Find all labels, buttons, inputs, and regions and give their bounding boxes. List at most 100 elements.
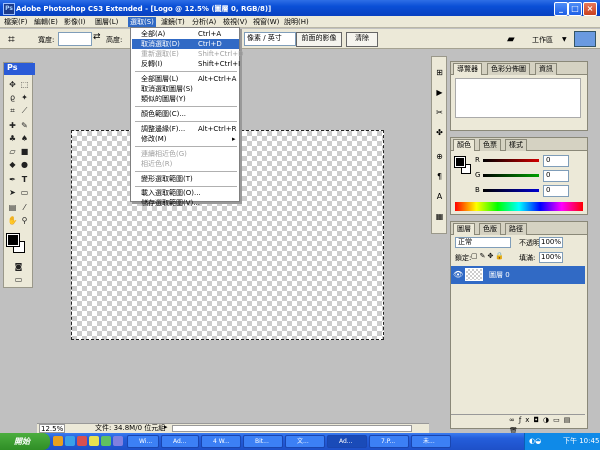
marquee-tool-icon[interactable]: ⬚ xyxy=(19,79,30,90)
eyedropper-tool-icon[interactable]: ⁄ xyxy=(19,202,30,213)
taskbar-item[interactable]: Ad... xyxy=(161,435,199,448)
hand-tool-icon[interactable]: ✋ xyxy=(7,215,18,226)
color-foreground-swatch[interactable] xyxy=(454,156,466,168)
menu-file[interactable]: 檔案(F) xyxy=(2,17,30,27)
front-image-button[interactable]: 前面的影像 xyxy=(296,32,342,47)
opacity-input[interactable]: 100% xyxy=(539,237,563,248)
maximize-button[interactable]: □ xyxy=(568,2,582,16)
tab-color[interactable]: 顏色 xyxy=(453,139,475,151)
taskbar-item[interactable]: Wi... xyxy=(127,435,159,448)
crop-tool-icon[interactable]: ⌗ xyxy=(7,105,18,116)
green-channel-value[interactable]: 0 xyxy=(543,170,569,182)
dodge-tool-icon[interactable]: ● xyxy=(19,159,30,170)
zoom-tool-icon[interactable]: ⚲ xyxy=(19,215,30,226)
menu-item-grow[interactable]: 連續相近色(G) xyxy=(132,149,239,159)
history-brush-tool-icon[interactable]: ♠ xyxy=(19,133,30,144)
blue-channel-slider[interactable] xyxy=(483,189,539,192)
menu-item-save-selection[interactable]: 儲存選取範圍(V)... xyxy=(132,192,239,207)
screen-mode-icon[interactable]: ▭ xyxy=(13,274,24,285)
taskbar-item[interactable]: 文... xyxy=(285,435,325,448)
layer-row[interactable]: 👁 圖層 0 xyxy=(451,266,585,284)
menu-image[interactable]: 影像(I) xyxy=(62,17,88,27)
width-input[interactable] xyxy=(58,32,92,46)
adobe-online-icon[interactable] xyxy=(574,31,596,47)
menu-item-inverse[interactable]: 反轉(I) Shift+Ctrl+I xyxy=(132,59,240,69)
menu-view[interactable]: 檢視(V) xyxy=(221,17,249,27)
quicklaunch-icon[interactable] xyxy=(113,436,123,446)
tab-navigator[interactable]: 導覽器 xyxy=(453,63,482,75)
blur-tool-icon[interactable]: ◆ xyxy=(7,159,18,170)
menu-layer[interactable]: 圖層(L) xyxy=(93,17,120,27)
menu-item-refine-edge[interactable]: 調整邊緣(F)... Alt+Ctrl+R xyxy=(132,124,239,134)
layer-name[interactable]: 圖層 0 xyxy=(489,270,510,280)
lock-icons[interactable]: ▢✎✥🔒 xyxy=(471,252,506,260)
brush-tool-icon[interactable]: ✎ xyxy=(19,120,30,131)
tab-paths[interactable]: 路徑 xyxy=(505,223,527,235)
gradient-tool-icon[interactable]: ■ xyxy=(19,146,30,157)
palette-well-icon[interactable]: ▰ xyxy=(507,34,515,45)
tab-styles[interactable]: 樣式 xyxy=(505,139,527,151)
red-channel-value[interactable]: 0 xyxy=(543,155,569,167)
menu-select[interactable]: 選取(S) xyxy=(128,17,156,27)
layers-panel-footer-buttons[interactable]: ∞ƒx◘◑▭▤🗑 xyxy=(451,414,585,435)
color-spectrum-bar[interactable] xyxy=(455,202,583,211)
red-channel-slider[interactable] xyxy=(483,159,539,162)
path-selection-tool-icon[interactable]: ➤ xyxy=(7,187,18,198)
clone-stamp-tool-icon[interactable]: ♣ xyxy=(7,133,18,144)
menu-item-deselect-layers[interactable]: 取消選取圖層(S) xyxy=(132,84,239,94)
document-info[interactable]: 文件: 34.8M/0 位元組 xyxy=(95,424,165,433)
notes-tool-icon[interactable]: ▤ xyxy=(7,202,18,213)
shape-tool-icon[interactable]: ▭ xyxy=(19,187,30,198)
zoom-level[interactable]: 12.5% xyxy=(39,424,65,433)
magic-wand-tool-icon[interactable]: ✦ xyxy=(19,92,30,103)
menu-help[interactable]: 說明(H) xyxy=(282,17,311,27)
quicklaunch-icon[interactable] xyxy=(101,436,111,446)
quicklaunch-icon[interactable] xyxy=(65,436,75,446)
crop-tool-icon[interactable]: ⌗ xyxy=(8,32,15,47)
taskbar-item[interactable]: 未... xyxy=(411,435,451,448)
blue-channel-value[interactable]: 0 xyxy=(543,185,569,197)
slice-tool-icon[interactable]: ⟋ xyxy=(19,105,30,116)
menu-item-select-all[interactable]: 全部(A) Ctrl+A xyxy=(132,29,239,39)
menu-item-color-range[interactable]: 顏色範圍(C)... xyxy=(132,109,239,119)
layer-comps-icon[interactable]: ▦ xyxy=(434,211,445,222)
menu-item-similar-layers[interactable]: 類似的圖層(Y) xyxy=(132,94,239,104)
menu-item-deselect[interactable]: 取消選取(D) Ctrl+D xyxy=(132,39,239,49)
menu-item-modify[interactable]: 修改(M) ▸ xyxy=(132,134,239,144)
history-panel-icon[interactable]: ⊞ xyxy=(434,67,445,78)
menu-filter[interactable]: 濾鏡(T) xyxy=(159,17,187,27)
close-button[interactable]: × xyxy=(583,2,597,16)
visibility-eye-icon[interactable]: 👁 xyxy=(453,270,463,279)
menu-item-transform-selection[interactable]: 變形選取範圍(T) xyxy=(132,174,239,184)
menu-item-all-layers[interactable]: 全部圖層(L) Alt+Ctrl+A xyxy=(132,74,239,84)
quicklaunch-icon[interactable] xyxy=(77,436,87,446)
quicklaunch-icon[interactable] xyxy=(53,436,63,446)
tool-presets-icon[interactable]: ✂ xyxy=(434,107,445,118)
pen-tool-icon[interactable]: ✒ xyxy=(7,174,18,185)
taskbar-item-active[interactable]: Ad... xyxy=(327,435,367,448)
menu-window[interactable]: 視窗(W) xyxy=(251,17,281,27)
menu-analysis[interactable]: 分析(A) xyxy=(190,17,218,27)
swap-icon[interactable]: ⇄ xyxy=(93,32,101,42)
taskbar-item[interactable]: 7.P... xyxy=(369,435,409,448)
minimize-button[interactable]: _ xyxy=(554,2,568,16)
fill-input[interactable]: 100% xyxy=(539,252,563,263)
tab-histogram[interactable]: 色彩分佈圖 xyxy=(487,63,530,75)
tray-icons[interactable]: ◐◒ xyxy=(529,433,541,450)
green-channel-slider[interactable] xyxy=(483,174,539,177)
tab-swatches[interactable]: 色票 xyxy=(479,139,501,151)
tab-channels[interactable]: 色版 xyxy=(479,223,501,235)
clock[interactable]: 下午 10:45 xyxy=(563,433,599,450)
eraser-tool-icon[interactable]: ▱ xyxy=(7,146,18,157)
quicklaunch-icon[interactable] xyxy=(89,436,99,446)
quick-mask-icon[interactable]: ◙ xyxy=(13,261,24,272)
status-arrow-icon[interactable]: ▸ xyxy=(164,423,168,432)
blend-mode-select[interactable]: 正常 xyxy=(455,237,511,248)
foreground-color-swatch[interactable] xyxy=(6,233,20,247)
lasso-tool-icon[interactable]: ϱ xyxy=(7,92,18,103)
healing-brush-tool-icon[interactable]: ✚ xyxy=(7,120,18,131)
paragraph-panel-icon[interactable]: ¶ xyxy=(434,171,445,182)
clone-source-icon[interactable]: ⊕ xyxy=(434,151,445,162)
clear-button[interactable]: 清除 xyxy=(346,32,378,47)
horizontal-scrollbar[interactable] xyxy=(172,425,412,432)
